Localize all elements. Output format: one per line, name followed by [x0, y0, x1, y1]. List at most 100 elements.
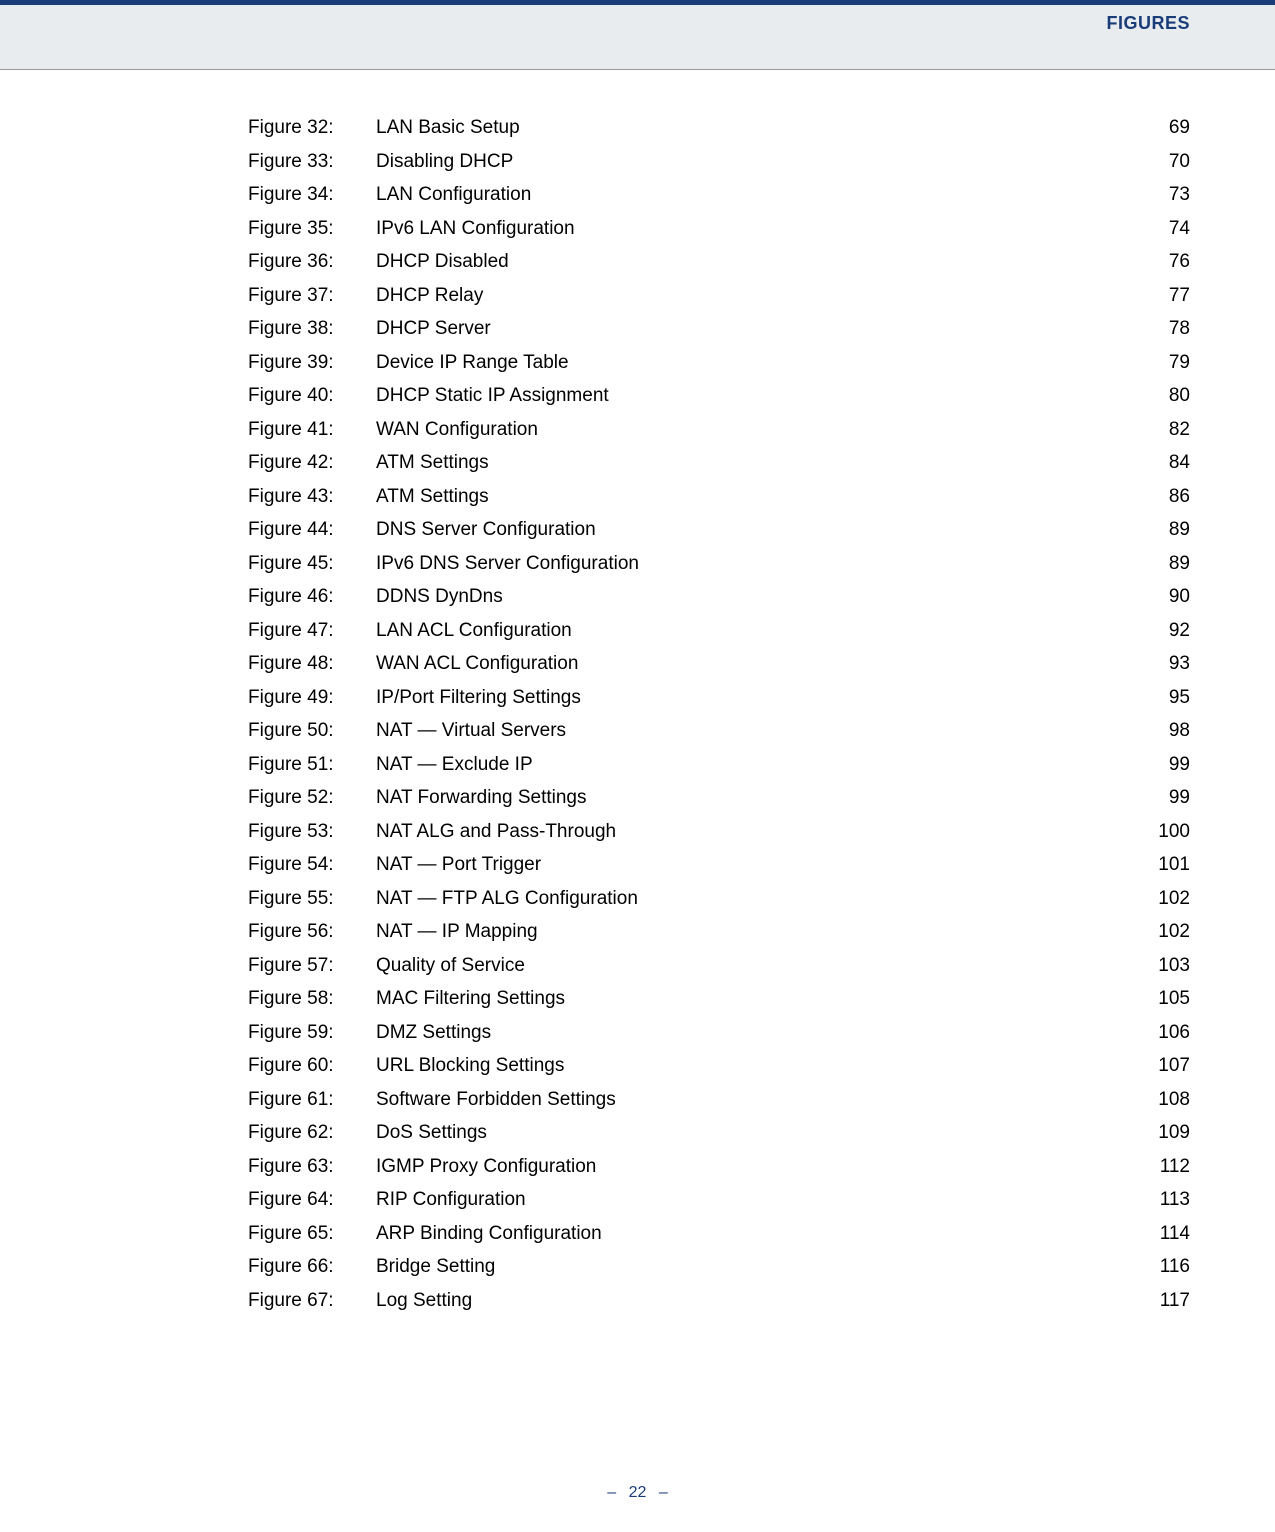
figure-row[interactable]: Figure 38:DHCP Server78: [248, 319, 1190, 338]
figure-title: ATM Settings: [376, 487, 1130, 506]
figure-title: NAT — FTP ALG Configuration: [376, 889, 1130, 908]
figure-row[interactable]: Figure 58:MAC Filtering Settings105: [248, 989, 1190, 1008]
figure-label: Figure 41:: [248, 420, 376, 439]
figure-page: 89: [1130, 554, 1190, 573]
figure-row[interactable]: Figure 66:Bridge Setting116: [248, 1257, 1190, 1276]
figure-label: Figure 67:: [248, 1291, 376, 1310]
figure-label: Figure 45:: [248, 554, 376, 573]
figure-row[interactable]: Figure 48:WAN ACL Configuration93: [248, 654, 1190, 673]
figure-title: DDNS DynDns: [376, 587, 1130, 606]
figure-row[interactable]: Figure 35:IPv6 LAN Configuration74: [248, 219, 1190, 238]
figure-page: 98: [1130, 721, 1190, 740]
figure-label: Figure 55:: [248, 889, 376, 908]
figure-title: Bridge Setting: [376, 1257, 1130, 1276]
figure-title: DNS Server Configuration: [376, 520, 1130, 539]
figure-label: Figure 64:: [248, 1190, 376, 1209]
figure-title: ATM Settings: [376, 453, 1130, 472]
figure-page: 86: [1130, 487, 1190, 506]
figure-label: Figure 56:: [248, 922, 376, 941]
footer-dash-left: –: [607, 1484, 616, 1501]
figure-label: Figure 61:: [248, 1090, 376, 1109]
figure-row[interactable]: Figure 55:NAT — FTP ALG Configuration102: [248, 889, 1190, 908]
figure-row[interactable]: Figure 57:Quality of Service103: [248, 956, 1190, 975]
figure-title: DHCP Server: [376, 319, 1130, 338]
figure-label: Figure 50:: [248, 721, 376, 740]
figure-row[interactable]: Figure 62:DoS Settings109: [248, 1123, 1190, 1142]
figure-label: Figure 40:: [248, 386, 376, 405]
figure-page: 78: [1130, 319, 1190, 338]
figure-row[interactable]: Figure 41:WAN Configuration82: [248, 420, 1190, 439]
figure-page: 107: [1130, 1056, 1190, 1075]
figure-page: 103: [1130, 956, 1190, 975]
figure-title: MAC Filtering Settings: [376, 989, 1130, 1008]
figure-page: 93: [1130, 654, 1190, 673]
figure-row[interactable]: Figure 49:IP/Port Filtering Settings95: [248, 688, 1190, 707]
figure-label: Figure 54:: [248, 855, 376, 874]
figure-page: 74: [1130, 219, 1190, 238]
figure-row[interactable]: Figure 43:ATM Settings86: [248, 487, 1190, 506]
figure-row[interactable]: Figure 40:DHCP Static IP Assignment80: [248, 386, 1190, 405]
figure-row[interactable]: Figure 51:NAT — Exclude IP99: [248, 755, 1190, 774]
figure-page: 117: [1130, 1291, 1190, 1310]
figure-row[interactable]: Figure 50:NAT — Virtual Servers98: [248, 721, 1190, 740]
figure-row[interactable]: Figure 36:DHCP Disabled76: [248, 252, 1190, 271]
figure-title: DHCP Static IP Assignment: [376, 386, 1130, 405]
figure-title: Quality of Service: [376, 956, 1130, 975]
figure-title: NAT — Exclude IP: [376, 755, 1130, 774]
figure-label: Figure 44:: [248, 520, 376, 539]
figures-list: Figure 32:LAN Basic Setup69 Figure 33:Dis…: [248, 118, 1190, 1310]
figure-label: Figure 59:: [248, 1023, 376, 1042]
figure-page: 109: [1130, 1123, 1190, 1142]
figure-title: IPv6 DNS Server Configuration: [376, 554, 1130, 573]
figure-row[interactable]: Figure 64:RIP Configuration113: [248, 1190, 1190, 1209]
figure-page: 100: [1130, 822, 1190, 841]
figure-row[interactable]: Figure 47:LAN ACL Configuration92: [248, 621, 1190, 640]
figure-label: Figure 47:: [248, 621, 376, 640]
figure-row[interactable]: Figure 33:Disabling DHCP70: [248, 152, 1190, 171]
figure-title: IGMP Proxy Configuration: [376, 1157, 1130, 1176]
figure-title: URL Blocking Settings: [376, 1056, 1130, 1075]
figure-row[interactable]: Figure 54:NAT — Port Trigger101: [248, 855, 1190, 874]
figure-row[interactable]: Figure 34:LAN Configuration73: [248, 185, 1190, 204]
figure-row[interactable]: Figure 67:Log Setting117: [248, 1291, 1190, 1310]
figure-row[interactable]: Figure 53:NAT ALG and Pass-Through100: [248, 822, 1190, 841]
figure-row[interactable]: Figure 63:IGMP Proxy Configuration112: [248, 1157, 1190, 1176]
figure-row[interactable]: Figure 52:NAT Forwarding Settings99: [248, 788, 1190, 807]
figure-row[interactable]: Figure 65:ARP Binding Configuration114: [248, 1224, 1190, 1243]
figure-title: ARP Binding Configuration: [376, 1224, 1130, 1243]
figure-title: RIP Configuration: [376, 1190, 1130, 1209]
figure-row[interactable]: Figure 61:Software Forbidden Settings108: [248, 1090, 1190, 1109]
figure-row[interactable]: Figure 42:ATM Settings84: [248, 453, 1190, 472]
figure-page: 113: [1130, 1190, 1190, 1209]
figure-page: 95: [1130, 688, 1190, 707]
figure-row[interactable]: Figure 45:IPv6 DNS Server Configuration8…: [248, 554, 1190, 573]
figure-row[interactable]: Figure 46:DDNS DynDns90: [248, 587, 1190, 606]
figure-label: Figure 36:: [248, 252, 376, 271]
figure-page: 92: [1130, 621, 1190, 640]
figure-row[interactable]: Figure 60:URL Blocking Settings107: [248, 1056, 1190, 1075]
figure-page: 106: [1130, 1023, 1190, 1042]
figure-page: 79: [1130, 353, 1190, 372]
figure-label: Figure 49:: [248, 688, 376, 707]
figure-page: 76: [1130, 252, 1190, 271]
figure-row[interactable]: Figure 59:DMZ Settings106: [248, 1023, 1190, 1042]
figure-title: NAT — Port Trigger: [376, 855, 1130, 874]
figure-title: WAN ACL Configuration: [376, 654, 1130, 673]
figure-title: Device IP Range Table: [376, 353, 1130, 372]
figure-title: WAN Configuration: [376, 420, 1130, 439]
content-area: Figure 32:LAN Basic Setup69 Figure 33:Dis…: [0, 70, 1275, 1310]
figure-row[interactable]: Figure 32:LAN Basic Setup69: [248, 118, 1190, 137]
figure-label: Figure 58:: [248, 989, 376, 1008]
figure-page: 99: [1130, 755, 1190, 774]
figure-row[interactable]: Figure 56:NAT — IP Mapping102: [248, 922, 1190, 941]
figure-title: IPv6 LAN Configuration: [376, 219, 1130, 238]
figure-row[interactable]: Figure 39:Device IP Range Table79: [248, 353, 1190, 372]
figure-page: 90: [1130, 587, 1190, 606]
figure-label: Figure 62:: [248, 1123, 376, 1142]
figure-label: Figure 42:: [248, 453, 376, 472]
figure-page: 73: [1130, 185, 1190, 204]
figure-row[interactable]: Figure 44:DNS Server Configuration89: [248, 520, 1190, 539]
figure-label: Figure 53:: [248, 822, 376, 841]
figure-label: Figure 39:: [248, 353, 376, 372]
figure-row[interactable]: Figure 37:DHCP Relay77: [248, 286, 1190, 305]
